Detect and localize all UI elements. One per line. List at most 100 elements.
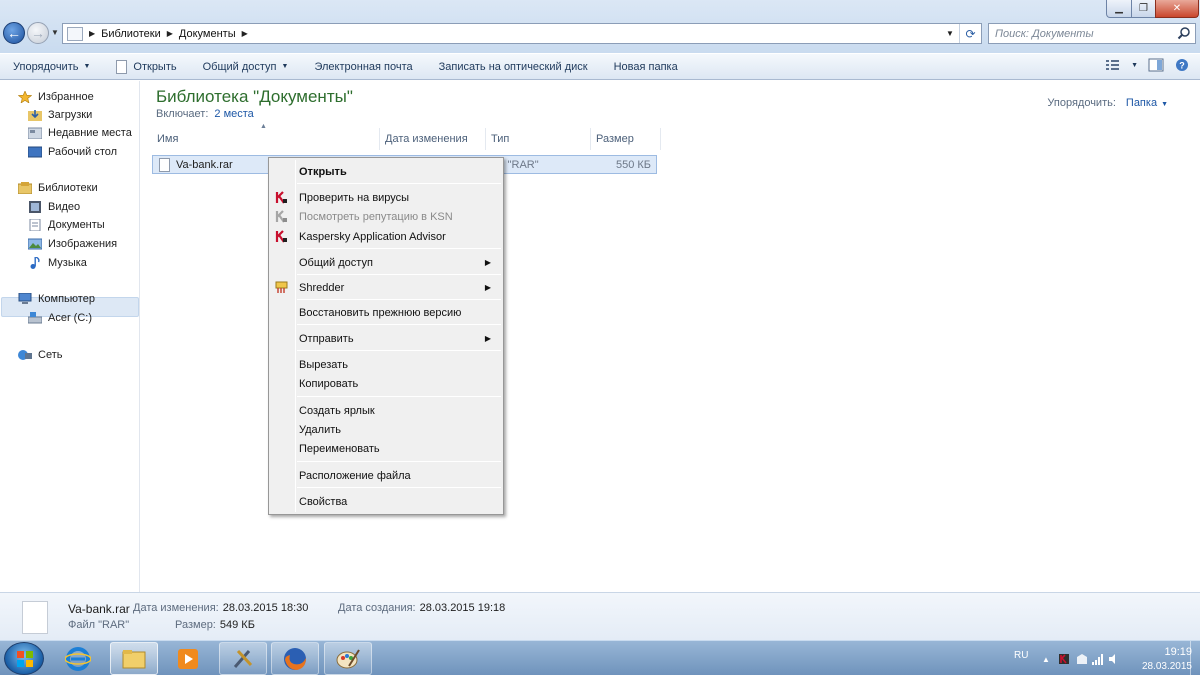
chevron-down-icon[interactable]: ▼: [1131, 62, 1138, 69]
menu-item-shredder[interactable]: Shredder ▶: [271, 278, 501, 297]
chevron-right-icon[interactable]: ▶: [89, 29, 95, 38]
new-folder-label: Новая папка: [613, 60, 678, 73]
menu-label: Отправить: [299, 332, 354, 345]
menu-separator: [297, 299, 501, 300]
nav-favorites[interactable]: Избранное: [18, 91, 94, 103]
menu-item-ksn-reputation[interactable]: Посмотреть репутацию в KSN: [271, 207, 501, 226]
clock-date[interactable]: 28.03.2015: [1142, 661, 1192, 672]
downloads-folder-icon: [28, 110, 42, 121]
menu-item-share[interactable]: Общий доступ ▶: [271, 253, 501, 272]
column-header-type[interactable]: Тип: [486, 128, 591, 150]
details-value: 28.03.2015 19:18: [419, 602, 506, 614]
nav-network[interactable]: Сеть: [18, 349, 62, 361]
nav-label: Документы: [48, 219, 105, 231]
nav-video[interactable]: Видео: [28, 201, 80, 213]
share-button[interactable]: Общий доступ ▼: [190, 54, 302, 79]
taskbar-app-tools[interactable]: [219, 642, 267, 675]
address-history-dropdown[interactable]: ▼: [943, 24, 957, 43]
folder-icon: [122, 649, 146, 668]
menu-item-send-to[interactable]: Отправить ▶: [271, 329, 501, 348]
nav-libraries[interactable]: Библиотеки: [18, 182, 98, 194]
nav-music[interactable]: Музыка: [28, 257, 87, 269]
details-label: Дата изменения:: [133, 602, 219, 614]
nav-label: Видео: [48, 201, 81, 213]
taskbar-app-media[interactable]: [164, 642, 212, 675]
menu-item-rename[interactable]: Переименовать: [271, 439, 501, 458]
preview-pane-icon[interactable]: [1148, 58, 1164, 72]
nav-documents[interactable]: Документы: [28, 219, 105, 231]
chevron-right-icon[interactable]: ▶: [242, 29, 248, 38]
library-title: Библиотека "Документы": [156, 87, 353, 106]
menu-label: Kaspersky Application Advisor: [299, 230, 446, 243]
menu-item-file-location[interactable]: Расположение файла: [271, 466, 501, 485]
menu-item-restore-previous[interactable]: Восстановить прежнюю версию: [271, 303, 501, 322]
minimize-button[interactable]: ▁: [1106, 0, 1132, 18]
taskbar-app-ie[interactable]: [54, 642, 102, 675]
address-bar[interactable]: ▶ Библиотеки ▶ Документы ▶ ▼ ⟳: [62, 23, 982, 44]
email-button[interactable]: Электронная почта: [301, 54, 425, 79]
nav-desktop[interactable]: Рабочий стол: [28, 146, 117, 158]
taskbar-app-paint[interactable]: [324, 642, 372, 675]
menu-label: Shredder: [299, 281, 345, 294]
nav-recent[interactable]: Недавние места: [28, 127, 132, 139]
menu-item-scan-viruses[interactable]: Проверить на вирусы: [271, 188, 501, 207]
images-library-icon: [28, 238, 42, 250]
taskbar-app-explorer[interactable]: [110, 642, 158, 675]
network-signal-icon[interactable]: [1092, 653, 1104, 665]
search-input[interactable]: Поиск: Документы: [988, 23, 1196, 44]
open-button[interactable]: Открыть: [103, 54, 189, 79]
includes-locations-link[interactable]: 2 места: [214, 108, 253, 120]
menu-label: Создать ярлык: [299, 404, 375, 417]
arrow-left-icon: ←: [7, 25, 21, 41]
column-header-name[interactable]: ▲ Имя: [152, 123, 380, 150]
menu-item-delete[interactable]: Удалить: [271, 420, 501, 439]
details-modified: Дата изменения: 28.03.2015 18:30: [133, 602, 308, 614]
chevron-right-icon[interactable]: ▶: [167, 29, 173, 38]
refresh-icon[interactable]: ⟳: [959, 24, 981, 43]
volume-icon[interactable]: [1108, 653, 1120, 665]
maximize-button[interactable]: ❐: [1131, 0, 1156, 18]
show-hidden-icons-icon[interactable]: ▲: [1042, 655, 1054, 667]
clock-time[interactable]: 19:19: [1164, 646, 1192, 658]
menu-item-open[interactable]: Открыть: [271, 162, 501, 181]
column-header-size[interactable]: Размер: [591, 128, 661, 150]
kaspersky-tray-icon[interactable]: [1058, 653, 1070, 665]
nav-downloads[interactable]: Загрузки: [28, 109, 92, 121]
nav-images[interactable]: Изображения: [28, 238, 117, 250]
column-headers: ▲ Имя Дата изменения Тип Размер: [152, 123, 661, 150]
organize-button[interactable]: Упорядочить ▼: [0, 54, 103, 79]
burn-button[interactable]: Записать на оптический диск: [426, 54, 601, 79]
arrange-by-dropdown[interactable]: Папка: [1126, 97, 1157, 109]
taskbar-app-firefox[interactable]: [271, 642, 319, 675]
windows-logo-icon: [17, 651, 33, 667]
forward-button[interactable]: →: [27, 22, 49, 44]
back-button[interactable]: ←: [3, 22, 25, 44]
context-menu: Открыть Проверить на вирусы Посмотреть р…: [268, 157, 504, 515]
help-icon[interactable]: ?: [1174, 58, 1190, 72]
start-button[interactable]: [4, 642, 44, 675]
show-desktop-button[interactable]: [1190, 641, 1200, 675]
menu-item-cut[interactable]: Вырезать: [271, 355, 501, 374]
menu-item-kaspersky-advisor[interactable]: Kaspersky Application Advisor: [271, 227, 501, 246]
action-center-icon[interactable]: [1076, 653, 1088, 665]
breadcrumb-documents[interactable]: Документы: [179, 28, 236, 40]
recent-pages-dropdown[interactable]: ▼: [51, 28, 59, 37]
music-library-icon: [30, 257, 40, 269]
menu-item-copy[interactable]: Копировать: [271, 374, 501, 393]
nav-label: Загрузки: [48, 109, 93, 121]
menu-item-properties[interactable]: Свойства: [271, 492, 501, 511]
new-folder-button[interactable]: Новая папка: [601, 54, 691, 79]
chevron-down-icon[interactable]: ▼: [1161, 101, 1168, 108]
language-indicator[interactable]: RU: [1014, 650, 1028, 661]
nav-label: Библиотеки: [38, 182, 98, 194]
column-header-modified[interactable]: Дата изменения: [380, 128, 486, 150]
search-icon[interactable]: [1177, 26, 1191, 40]
breadcrumb-libraries[interactable]: Библиотеки: [101, 28, 161, 40]
view-options-icon[interactable]: [1105, 58, 1121, 72]
nav-drive-c[interactable]: Acer (C:): [28, 312, 92, 324]
close-button[interactable]: ✕: [1155, 0, 1199, 18]
nav-computer[interactable]: Компьютер: [18, 293, 95, 305]
menu-item-create-shortcut[interactable]: Создать ярлык: [271, 401, 501, 420]
desktop-icon: [28, 146, 42, 158]
paint-icon: [336, 648, 360, 668]
